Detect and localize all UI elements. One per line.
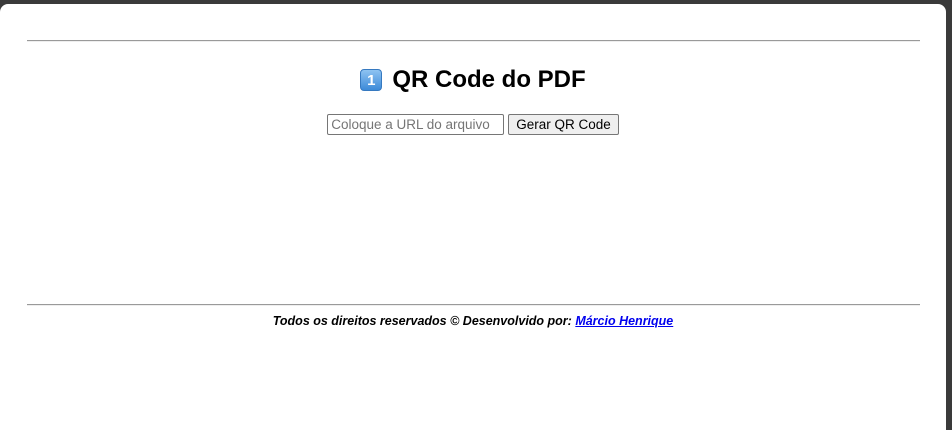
- url-input[interactable]: [327, 114, 505, 135]
- generate-qr-button[interactable]: Gerar QR Code: [508, 114, 619, 135]
- author-link[interactable]: Márcio Henrique: [575, 314, 673, 328]
- top-divider: [27, 40, 920, 42]
- browser-page: 1 QR Code do PDF Gerar QR Code Todos os d…: [0, 4, 946, 430]
- footer: Todos os direitos reservados © Desenvolv…: [0, 314, 946, 328]
- footer-copyright-text: Todos os direitos reservados © Desenvolv…: [272, 314, 576, 328]
- page-title-text: QR Code do PDF: [392, 66, 586, 93]
- keycap-one-icon: 1: [360, 69, 383, 91]
- page-title: 1 QR Code do PDF: [0, 66, 946, 94]
- bottom-divider: [27, 304, 920, 306]
- qr-form: Gerar QR Code: [0, 114, 946, 135]
